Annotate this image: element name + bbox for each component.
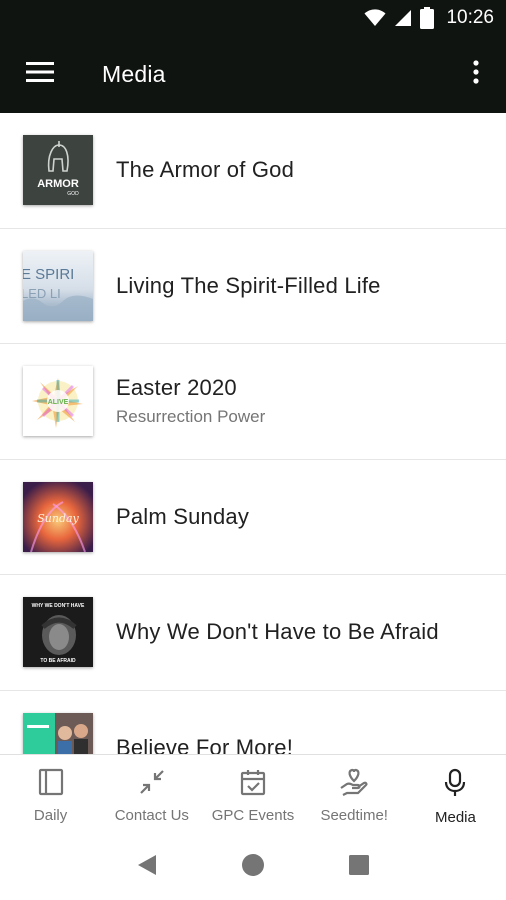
list-item[interactable]: WHY WE DON'T HAVE TO BE AFRAID Why We Do… (0, 575, 506, 691)
bottom-navigation: Daily Contact Us GPC Events Seedtime! Me… (0, 754, 506, 834)
menu-button[interactable] (0, 36, 80, 113)
thumb-text: ARMOR (37, 178, 79, 190)
thumb-text: Sunday (37, 512, 79, 525)
thumbnail-believe-for-more (23, 712, 93, 754)
thumb-subtext: GOD (67, 191, 79, 197)
thumbnail-palm-sunday: Sunday (23, 481, 93, 552)
nav-label: Daily (33, 807, 68, 824)
thumbnail-armor-of-god: ARMOR GOD (23, 135, 93, 206)
signal-icon (394, 9, 412, 27)
app-bar: Media (0, 36, 506, 113)
nav-label: GPC Events (211, 807, 295, 824)
page-title: Media (102, 61, 166, 87)
microphone-icon (442, 768, 468, 803)
battery-icon (420, 7, 435, 29)
list-item[interactable]: Sunday Palm Sunday (0, 460, 506, 575)
system-navigation-bar (0, 834, 506, 900)
media-list: ARMOR GOD The Armor of God E SPIRI LED L… (0, 113, 506, 754)
nav-label: Seedtime! (320, 807, 388, 824)
book-icon (38, 768, 64, 801)
calendar-check-icon (239, 768, 267, 801)
more-vert-icon (473, 60, 479, 89)
thumb-subtext: TO BE AFRAID (40, 658, 76, 664)
thumbnail-why-we-dont-have-to-be-afraid: WHY WE DON'T HAVE TO BE AFRAID (23, 597, 93, 668)
status-time: 10:26 (446, 7, 494, 28)
nav-item-seedtime[interactable]: Seedtime! (304, 755, 405, 834)
recents-icon[interactable] (348, 854, 370, 881)
back-icon[interactable] (136, 853, 158, 882)
compress-icon (138, 768, 166, 801)
list-item[interactable]: ALIVE Easter 2020 Resurrection Power (0, 344, 506, 460)
item-title: The Armor of God (116, 157, 295, 183)
item-subtitle: Resurrection Power (116, 407, 266, 427)
item-title: Believe For More! (116, 734, 294, 754)
nav-item-contact-us[interactable]: Contact Us (101, 755, 202, 834)
wifi-icon (364, 9, 386, 27)
nav-item-daily[interactable]: Daily (0, 755, 101, 834)
thumbnail-easter-2020: ALIVE (23, 366, 93, 437)
nav-item-gpc-events[interactable]: GPC Events (202, 755, 303, 834)
thumb-text: ALIVE (48, 399, 69, 406)
hand-heart-icon (339, 768, 369, 801)
overflow-menu-button[interactable] (446, 36, 506, 113)
thumb-text: WHY WE DON'T HAVE (32, 603, 85, 609)
item-title: Easter 2020 (116, 375, 237, 401)
list-item[interactable]: E SPIRI LED LI Living The Spirit-Filled … (0, 229, 506, 344)
item-title: Palm Sunday (116, 503, 250, 529)
nav-label: Media (434, 809, 476, 826)
nav-item-media[interactable]: Media (405, 755, 506, 834)
item-title: Why We Don't Have to Be Afraid (116, 619, 439, 645)
list-item[interactable]: ARMOR GOD The Armor of God (0, 113, 506, 229)
thumb-text: E SPIRI (23, 266, 74, 283)
nav-label: Contact Us (114, 807, 189, 824)
status-bar: 10:26 (0, 0, 506, 36)
list-item[interactable]: Believe For More! (0, 691, 506, 754)
thumb-subtext: LED LI (23, 286, 61, 301)
home-icon[interactable] (241, 853, 265, 882)
item-title: Living The Spirit-Filled Life (116, 272, 381, 298)
hamburger-menu-icon (26, 61, 54, 88)
thumbnail-spirit-filled-life: E SPIRI LED LI (23, 250, 93, 321)
